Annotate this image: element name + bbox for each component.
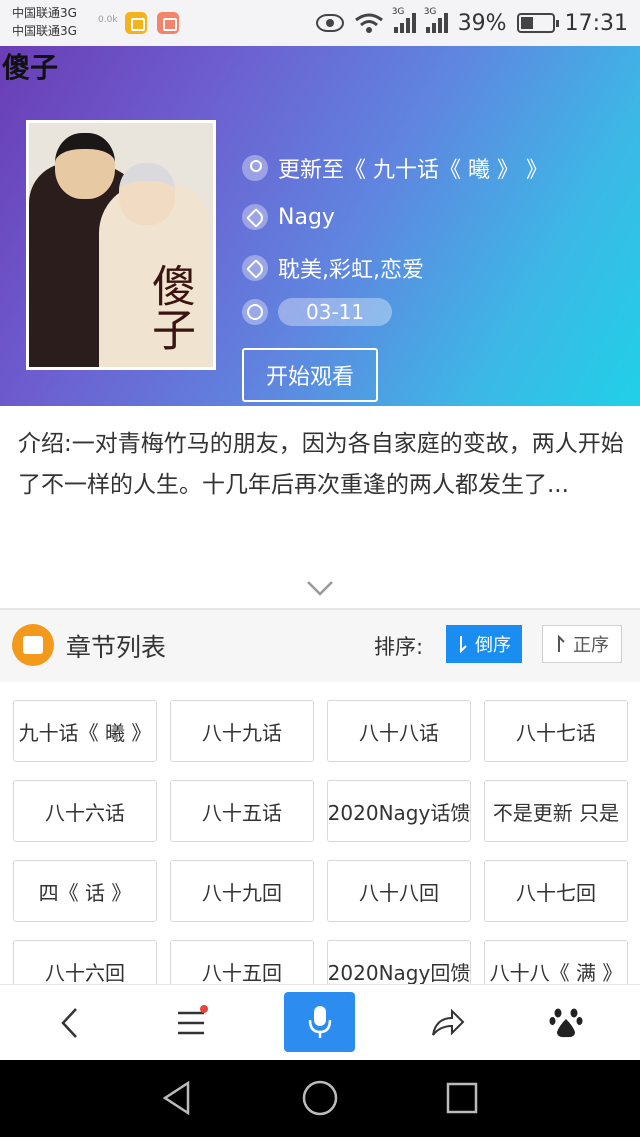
back-icon[interactable]	[34, 985, 106, 1061]
author-text: Nagy	[278, 204, 335, 230]
chapter-item[interactable]: 八十六话	[13, 780, 157, 842]
battery-percent: 39%	[457, 10, 507, 36]
arrow-up-icon	[558, 634, 565, 652]
notification-gallery-icon	[157, 12, 179, 34]
chapter-item[interactable]: 九十话《 曦 》	[13, 700, 157, 762]
author-row: Nagy	[242, 204, 335, 230]
arrow-down-icon	[460, 636, 467, 654]
chapter-item[interactable]: 八十八回	[327, 860, 471, 922]
chapter-item[interactable]: 四《 话 》	[13, 860, 157, 922]
tags-row: 耽美,彩虹,恋爱	[242, 252, 424, 284]
status-bar: 中国联通3G 中国联通3G 0.0k 3G 3G 39% 17:31	[0, 0, 640, 46]
back-triangle-icon[interactable]	[158, 1078, 198, 1118]
update-text: 更新至《 九十话《 曦 》 》	[278, 158, 548, 183]
system-nav-bar	[0, 1060, 640, 1137]
notification-dot	[200, 1005, 208, 1013]
chapter-item[interactable]: 八十八话	[327, 700, 471, 762]
chapter-list-icon	[12, 624, 54, 666]
update-date: 03-11	[278, 298, 393, 326]
intro-text: 介绍:一对青梅竹马的朋友，因为各自家庭的变故，两人开始了不一样的人生。十几年后再…	[18, 431, 624, 498]
chapter-item[interactable]: 八十七回	[484, 860, 628, 922]
cover-image[interactable]: 傻子	[26, 120, 216, 370]
battery-icon	[516, 13, 559, 33]
page-title: 傻子	[2, 51, 59, 84]
network-speed: 0.0k	[98, 15, 118, 25]
chevron-down-icon[interactable]	[306, 574, 334, 602]
recents-square-icon[interactable]	[442, 1078, 482, 1118]
tag-icon	[242, 204, 268, 230]
chapter-item[interactable]: 八十九回	[170, 860, 314, 922]
update-row: 更新至《 九十话《 曦 》 》	[242, 152, 548, 184]
chapter-item[interactable]: 不是更新 只是	[484, 780, 628, 842]
sort-desc-button[interactable]: 倒序	[446, 625, 522, 663]
baidu-paw-icon[interactable]	[530, 985, 602, 1061]
chapter-grid: 九十话《 曦 》 八十九话 八十八话 八十七话 八十六话 八十五话 2020Na…	[13, 700, 629, 1002]
microphone-icon	[308, 1006, 331, 1038]
tags-text: 耽美,彩虹,恋爱	[278, 258, 424, 283]
share-icon[interactable]	[412, 985, 484, 1061]
clock: 17:31	[564, 10, 628, 36]
carrier-2: 中国联通3G	[12, 24, 77, 38]
wifi-icon	[354, 13, 383, 33]
menu-icon[interactable]	[155, 985, 227, 1061]
start-reading-button[interactable]: 开始观看	[242, 348, 378, 402]
sort-asc-button[interactable]: 正序	[542, 625, 622, 663]
carrier-1: 中国联通3G	[12, 6, 77, 20]
date-row: 03-11	[242, 298, 393, 326]
chapter-list-header: 章节列表 排序: 倒序 正序	[0, 610, 640, 682]
sort-label: 排序:	[374, 635, 424, 659]
chapter-item[interactable]: 八十七话	[484, 700, 628, 762]
cover-title: 傻子	[144, 263, 195, 351]
chapter-list-title: 章节列表	[66, 633, 167, 662]
comic-header: 傻子 傻子 更新至《 九十话《 曦 》 》 Nagy 耽美,彩虹,恋爱 03-1…	[0, 46, 640, 406]
notification-app-icon	[125, 12, 147, 34]
eye-icon	[315, 14, 344, 32]
tag-icon	[242, 255, 268, 281]
microphone-button[interactable]	[284, 992, 355, 1052]
bottom-toolbar	[0, 984, 640, 1060]
chapter-item[interactable]: 八十九话	[170, 700, 314, 762]
signal-icon: 3G	[392, 7, 416, 33]
person-icon	[242, 155, 268, 181]
clock-icon	[242, 299, 268, 325]
home-circle-icon[interactable]	[300, 1078, 340, 1118]
chapter-item[interactable]: 八十五话	[170, 780, 314, 842]
signal-icon-2: 3G	[424, 7, 448, 33]
chapter-item[interactable]: 2020Nagy话馈	[327, 780, 471, 842]
